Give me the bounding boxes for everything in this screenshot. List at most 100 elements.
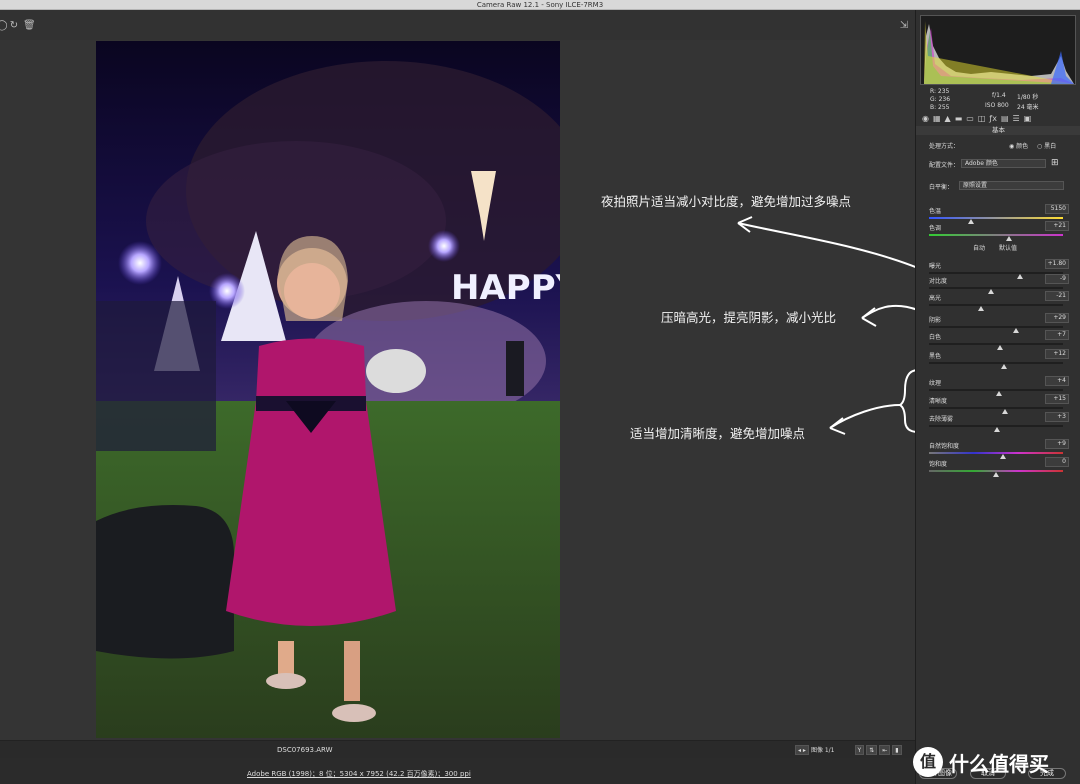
iso-value: ISO 800 xyxy=(985,102,1009,109)
slider-value-field[interactable]: -21 xyxy=(1045,291,1069,301)
before-after-button[interactable]: Y xyxy=(854,744,865,755)
slider-value-field[interactable]: +29 xyxy=(1045,313,1069,323)
slider-track[interactable] xyxy=(929,287,1063,289)
slider-row: 清晰度 +15 xyxy=(929,394,1069,414)
color-radio[interactable]: ◉ 颜色 xyxy=(1009,141,1028,150)
camera-raw-window: Camera Raw 12.1 - Sony ILCE-7RM3 ◯ ↻ 🗑 ⇲ xyxy=(0,0,1080,784)
slider-track[interactable] xyxy=(929,326,1063,328)
slider-track[interactable] xyxy=(929,452,1063,454)
slider-row: 纹理 +4 xyxy=(929,376,1069,396)
workflow-options-link[interactable]: Adobe RGB (1998)；8 位；5304 x 7952 (42.2 百… xyxy=(247,769,471,779)
preview-image: HAPPY xyxy=(96,41,560,738)
slider-label: 黑色 xyxy=(929,353,942,360)
slider-label: 饱和度 xyxy=(929,461,948,468)
swap-icon[interactable]: ⇅ xyxy=(866,744,878,755)
circle-icon[interactable]: ◯ xyxy=(0,20,8,32)
slider-row: 高光 -21 xyxy=(929,291,1069,311)
basic-tab-icon[interactable]: ◉ xyxy=(922,114,929,123)
calibration-icon[interactable]: ▤ xyxy=(1001,114,1009,123)
tone-curve-icon[interactable]: ▦ xyxy=(933,114,941,123)
slider-value-field[interactable]: +12 xyxy=(1045,349,1069,359)
save-icon[interactable]: ⇲ xyxy=(898,20,910,32)
histogram xyxy=(920,15,1076,85)
slider-row: 色调 +21 xyxy=(929,221,1069,241)
blue-value: B: 255 xyxy=(930,104,950,111)
slider-value-field[interactable]: +21 xyxy=(1045,221,1069,231)
slider-thumb[interactable] xyxy=(1001,364,1008,369)
slider-value-field[interactable]: +9 xyxy=(1045,439,1069,449)
filmstrip-bar: DSC07693.ARW ◂ ▸ 图像 1/1 Y ⇅ ⇤ ▮ xyxy=(0,740,915,758)
slider-value-field[interactable]: +7 xyxy=(1045,330,1069,340)
snapshots-icon[interactable]: ▣ xyxy=(1024,114,1032,123)
slider-row: 对比度 -9 xyxy=(929,274,1069,294)
slider-value-field[interactable]: -9 xyxy=(1045,274,1069,284)
auto-link[interactable]: 自动 xyxy=(973,243,985,252)
slider-thumb[interactable] xyxy=(978,306,985,311)
section-header: 基本 xyxy=(916,126,1080,135)
hsl-icon[interactable]: ▬ xyxy=(955,114,963,123)
copy-settings-icon[interactable]: ⇤ xyxy=(879,744,891,755)
slider-label: 高光 xyxy=(929,295,942,302)
slider-row: 黑色 +12 xyxy=(929,349,1069,369)
slider-thumb[interactable] xyxy=(993,472,999,477)
effects-icon[interactable]: ƒx xyxy=(989,114,997,123)
profile-select[interactable]: Adobe 颜色 xyxy=(961,159,1046,168)
rotate-icon[interactable]: ↻ xyxy=(8,20,20,32)
slider-track[interactable] xyxy=(929,407,1063,409)
slider-label: 纹理 xyxy=(929,380,942,387)
aperture-value: f/1.4 xyxy=(992,92,1006,99)
slider-thumb[interactable] xyxy=(994,427,1001,432)
slider-row: 色温 5150 xyxy=(929,204,1069,224)
slider-label: 曝光 xyxy=(929,263,942,270)
window-title: Camera Raw 12.1 - Sony ILCE-7RM3 xyxy=(0,0,1080,10)
slider-row: 白色 +7 xyxy=(929,330,1069,350)
annotation-contrast: 夜拍照片适当减小对比度，避免增加过多噪点 xyxy=(601,194,852,209)
slider-row: 阴影 +29 xyxy=(929,313,1069,333)
slider-track[interactable] xyxy=(929,343,1063,345)
slider-value-field[interactable]: +3 xyxy=(1045,412,1069,422)
default-link[interactable]: 默认值 xyxy=(999,243,1017,252)
wb-select[interactable]: 原照设置 xyxy=(959,181,1064,190)
slider-value-field[interactable]: +15 xyxy=(1045,394,1069,404)
profile-browser-icon[interactable]: ⊞ xyxy=(1051,158,1059,168)
green-value: G: 236 xyxy=(930,96,951,103)
shutter-value: 1/80 秒 xyxy=(1017,94,1039,101)
slider-row: 曝光 +1.80 xyxy=(929,259,1069,279)
slider-row: 去除薄雾 +3 xyxy=(929,412,1069,432)
slider-value-field[interactable]: 0 xyxy=(1045,457,1069,467)
toggle-icon[interactable]: ▮ xyxy=(892,744,902,755)
toolbar: ◯ ↻ 🗑 ⇲ xyxy=(0,10,915,40)
slider-track[interactable] xyxy=(929,272,1063,274)
bw-radio[interactable]: ○ 黑白 xyxy=(1037,141,1056,150)
prev-image-button[interactable]: ◂ ▸ xyxy=(795,744,809,755)
brand-logo: 值 xyxy=(913,747,943,777)
trash-icon[interactable]: 🗑 xyxy=(23,20,36,32)
color-label: 颜色 xyxy=(1016,143,1029,150)
image-nav: ◂ ▸ 图像 1/1 Y ⇅ ⇤ ▮ xyxy=(795,744,902,755)
slider-value-field[interactable]: 5150 xyxy=(1045,204,1069,214)
slider-label: 清晰度 xyxy=(929,398,948,405)
status-bar: Adobe RGB (1998)；8 位；5304 x 7952 (42.2 百… xyxy=(0,758,915,784)
annotation-clarity: 适当增加清晰度，避免增加噪点 xyxy=(630,426,806,441)
slider-value-field[interactable]: +4 xyxy=(1045,376,1069,386)
profile-label: 配置文件： xyxy=(929,162,960,169)
slider-label: 色温 xyxy=(929,208,942,215)
adjustment-panel: R: 235 G: 236 B: 255 f/1.4 1/80 秒 ISO 80… xyxy=(915,10,1080,784)
profile-row: 配置文件： Adobe 颜色 ⊞ xyxy=(929,158,1069,169)
lens-icon[interactable]: ◫ xyxy=(978,114,986,123)
slider-track[interactable] xyxy=(929,362,1063,364)
slider-track[interactable] xyxy=(929,304,1063,306)
slider-value-field[interactable]: +1.80 xyxy=(1045,259,1069,269)
slider-thumb[interactable] xyxy=(1006,236,1013,241)
slider-thumb[interactable] xyxy=(997,345,1004,350)
annotation-highlights: 压暗高光，提亮阴影，减小光比 xyxy=(661,310,837,325)
slider-label: 对比度 xyxy=(929,278,948,285)
split-toning-icon[interactable]: ▭ xyxy=(966,114,974,123)
presets-icon[interactable]: ☰ xyxy=(1013,114,1020,123)
slider-label: 色调 xyxy=(929,225,942,232)
treatment-label: 处理方式： xyxy=(929,143,960,150)
focal-length-value: 24 毫米 xyxy=(1017,104,1039,111)
slider-track[interactable] xyxy=(929,234,1063,236)
detail-icon[interactable]: ▲ xyxy=(945,114,951,123)
slider-track[interactable] xyxy=(929,217,1063,219)
